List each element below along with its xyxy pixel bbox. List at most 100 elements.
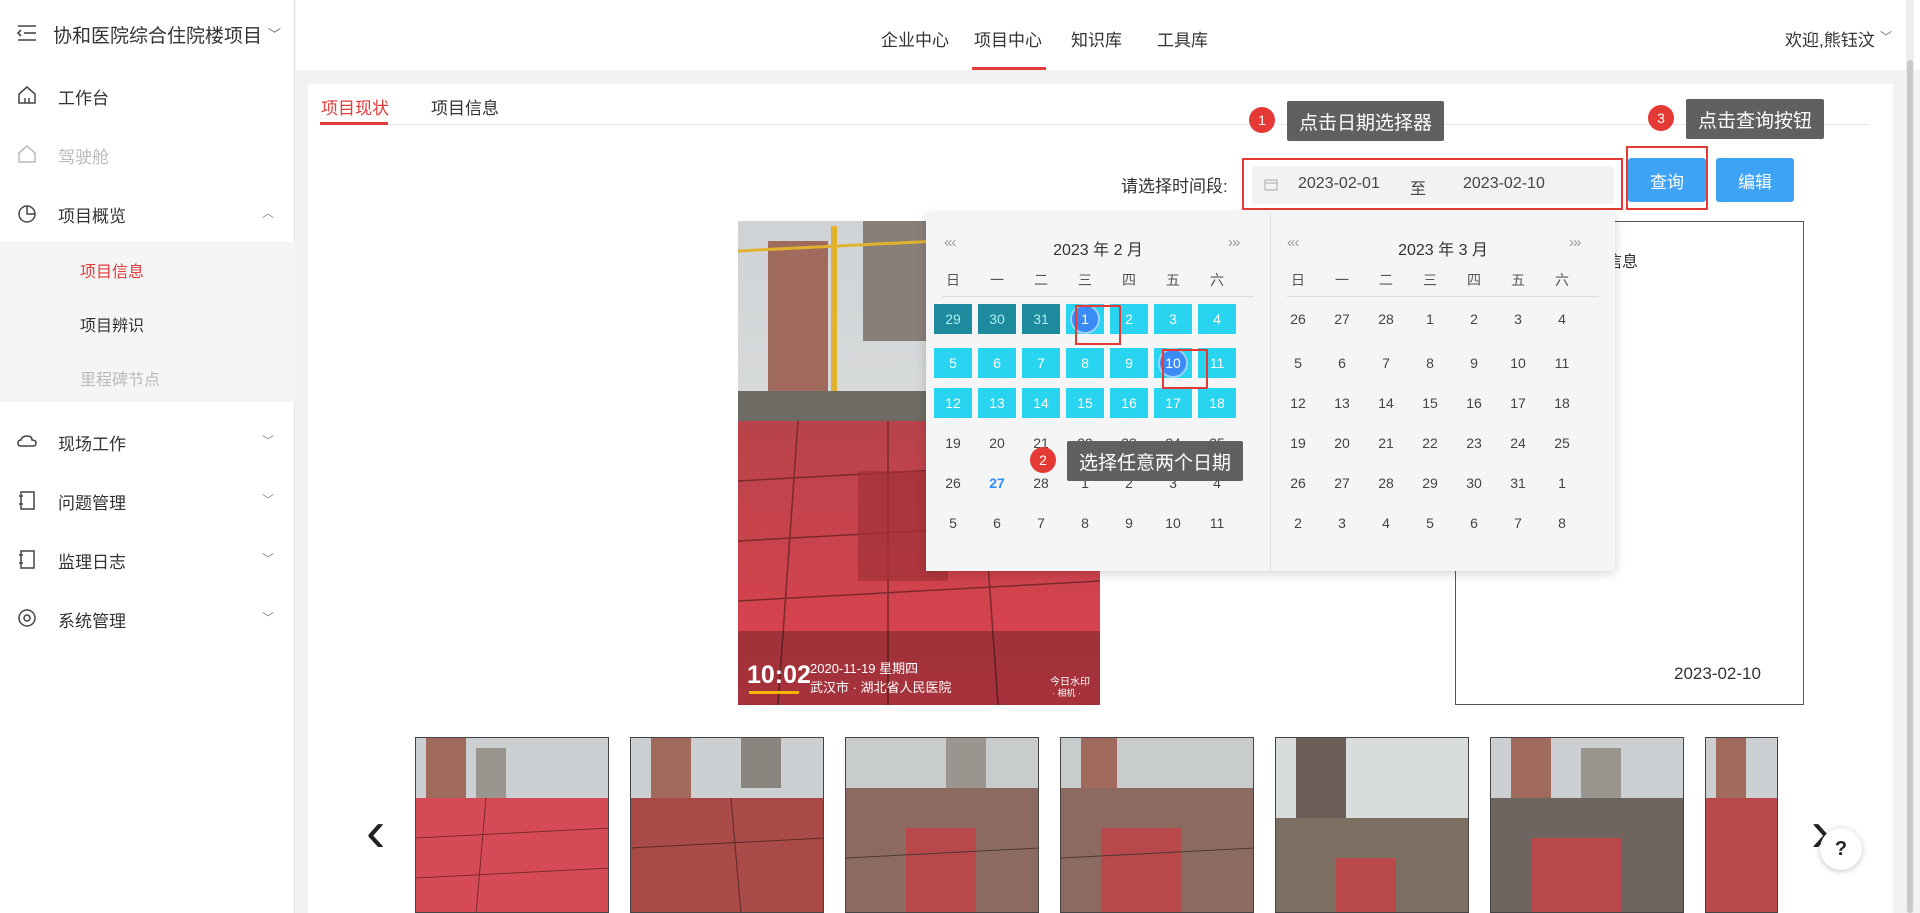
calendar-day[interactable]: 6 xyxy=(1323,348,1361,378)
thumbnail-2[interactable] xyxy=(630,737,824,913)
query-button[interactable]: 查询 xyxy=(1628,158,1706,202)
sidebar-subitem-project-identify[interactable]: 项目辨识 xyxy=(80,312,144,336)
calendar-day[interactable]: 14 xyxy=(1367,388,1405,418)
calendar-day[interactable]: 4 xyxy=(1543,304,1581,334)
sidebar-item-workbench[interactable]: 工作台 xyxy=(0,68,295,124)
top-tab-knowledge-base[interactable]: 知识库 xyxy=(1071,26,1122,51)
carousel-prev-arrow[interactable]: ‹ xyxy=(366,798,385,865)
calendar-day[interactable]: 12 xyxy=(934,388,972,418)
scrollbar-thumb[interactable] xyxy=(1907,60,1913,913)
calendar-day[interactable]: 25 xyxy=(1543,428,1581,458)
user-welcome[interactable]: 欢迎,熊钰汶 xyxy=(1785,26,1875,51)
calendar-day[interactable]: 8 xyxy=(1066,348,1104,378)
sidebar-item-supervision-log[interactable]: 监理日志 ﹀ xyxy=(0,532,295,588)
calendar-day[interactable]: 12 xyxy=(1279,388,1317,418)
calendar-day[interactable]: 20 xyxy=(1323,428,1361,458)
calendar-day[interactable]: 5 xyxy=(1411,508,1449,538)
calendar-day[interactable]: 28 xyxy=(1367,468,1405,498)
calendar-day[interactable]: 7 xyxy=(1499,508,1537,538)
date-range-picker[interactable]: 2023-02-01 至 2023-02-10 xyxy=(1252,166,1614,204)
calendar-day[interactable]: 18 xyxy=(1198,388,1236,418)
calendar-day[interactable]: 10 xyxy=(1154,508,1192,538)
calendar-day[interactable]: 14 xyxy=(1022,388,1060,418)
calendar-day[interactable]: 9 xyxy=(1110,348,1148,378)
calendar-day[interactable]: 2 xyxy=(1455,304,1493,334)
calendar-day[interactable]: 23 xyxy=(1455,428,1493,458)
calendar-day[interactable]: 27 xyxy=(978,468,1016,498)
calendar-day[interactable]: 1 xyxy=(1543,468,1581,498)
sidebar-item-project-overview[interactable]: 项目概览 ︿ xyxy=(0,186,295,242)
top-tab-enterprise-center[interactable]: 企业中心 xyxy=(881,26,949,51)
calendar-day[interactable]: 5 xyxy=(1279,348,1317,378)
calendar-day[interactable]: 31 xyxy=(1022,304,1060,334)
calendar-day[interactable]: 17 xyxy=(1154,388,1192,418)
calendar-day[interactable]: 18 xyxy=(1543,388,1581,418)
calendar-day[interactable]: 7 xyxy=(1022,508,1060,538)
thumbnail-6[interactable] xyxy=(1490,737,1684,913)
sidebar-subitem-milestones[interactable]: 里程碑节点 xyxy=(80,366,160,390)
calendar-day[interactable]: 20 xyxy=(978,428,1016,458)
calendar-day[interactable]: 16 xyxy=(1110,388,1148,418)
calendar-day[interactable]: 26 xyxy=(934,468,972,498)
calendar-day[interactable]: 8 xyxy=(1543,508,1581,538)
calendar-day[interactable]: 26 xyxy=(1279,304,1317,334)
thumbnail-3[interactable] xyxy=(845,737,1039,913)
calendar-day[interactable]: 17 xyxy=(1499,388,1537,418)
calendar-day[interactable]: 9 xyxy=(1455,348,1493,378)
calendar-day[interactable]: 19 xyxy=(934,428,972,458)
calendar-day[interactable]: 2 xyxy=(1279,508,1317,538)
menu-fold-icon[interactable] xyxy=(16,22,38,44)
calendar-day[interactable]: 7 xyxy=(1367,348,1405,378)
calendar-day[interactable]: 27 xyxy=(1323,304,1361,334)
calendar-day[interactable]: 30 xyxy=(978,304,1016,334)
top-tab-tool-library[interactable]: 工具库 xyxy=(1157,26,1208,51)
calendar-day[interactable]: 3 xyxy=(1499,304,1537,334)
calendar-day[interactable]: 4 xyxy=(1367,508,1405,538)
calendar-day[interactable]: 19 xyxy=(1279,428,1317,458)
sidebar-item-cockpit[interactable]: 驾驶舱 xyxy=(0,127,295,183)
project-selector[interactable]: 协和医院综合住院楼项目 ﹀ xyxy=(0,0,295,68)
calendar-day[interactable]: 31 xyxy=(1499,468,1537,498)
calendar-day[interactable]: 27 xyxy=(1323,468,1361,498)
calendar-day[interactable]: 6 xyxy=(1455,508,1493,538)
thumbnail-1[interactable] xyxy=(415,737,609,913)
calendar-day[interactable]: 6 xyxy=(978,348,1016,378)
calendar-day[interactable]: 29 xyxy=(934,304,972,334)
chevron-down-icon[interactable]: ﹀ xyxy=(1880,28,1892,45)
calendar-day[interactable]: 30 xyxy=(1455,468,1493,498)
calendar-day[interactable]: 15 xyxy=(1066,388,1104,418)
calendar-day[interactable]: 28 xyxy=(1367,304,1405,334)
thumbnail-4[interactable] xyxy=(1060,737,1254,913)
calendar-day[interactable]: 21 xyxy=(1367,428,1405,458)
tab-project-info[interactable]: 项目信息 xyxy=(431,94,499,119)
calendar-day[interactable]: 10 xyxy=(1499,348,1537,378)
calendar-day[interactable]: 13 xyxy=(978,388,1016,418)
calendar-day[interactable]: 8 xyxy=(1066,508,1104,538)
calendar-day[interactable]: 6 xyxy=(978,508,1016,538)
calendar-day[interactable]: 16 xyxy=(1455,388,1493,418)
calendar-day[interactable]: 13 xyxy=(1323,388,1361,418)
sidebar-item-field-work[interactable]: 现场工作 ﹀ xyxy=(0,414,295,470)
calendar-day[interactable]: 9 xyxy=(1110,508,1148,538)
calendar-day[interactable]: 11 xyxy=(1198,508,1236,538)
calendar-day[interactable]: 11 xyxy=(1543,348,1581,378)
sidebar-item-system-management[interactable]: 系统管理 ﹀ xyxy=(0,591,295,647)
help-button[interactable]: ? xyxy=(1820,828,1862,870)
calendar-day[interactable]: 5 xyxy=(934,508,972,538)
thumbnail-5[interactable] xyxy=(1275,737,1469,913)
date-end-input[interactable]: 2023-02-10 xyxy=(1463,175,1545,193)
tab-project-status[interactable]: 项目现状 xyxy=(321,94,389,119)
calendar-day[interactable]: 1 xyxy=(1411,304,1449,334)
calendar-day[interactable]: 15 xyxy=(1411,388,1449,418)
calendar-day[interactable]: 7 xyxy=(1022,348,1060,378)
calendar-day[interactable]: 4 xyxy=(1198,304,1236,334)
calendar-day[interactable]: 3 xyxy=(1323,508,1361,538)
calendar-day[interactable]: 5 xyxy=(934,348,972,378)
edit-button[interactable]: 编辑 xyxy=(1716,158,1794,202)
calendar-day[interactable]: 3 xyxy=(1154,304,1192,334)
thumbnail-7[interactable] xyxy=(1705,737,1778,913)
calendar-next-nav-icon[interactable]: ›» xyxy=(1569,234,1581,251)
calendar-day[interactable]: 24 xyxy=(1499,428,1537,458)
calendar-day[interactable]: 26 xyxy=(1279,468,1317,498)
top-tab-project-center[interactable]: 项目中心 xyxy=(974,26,1042,51)
